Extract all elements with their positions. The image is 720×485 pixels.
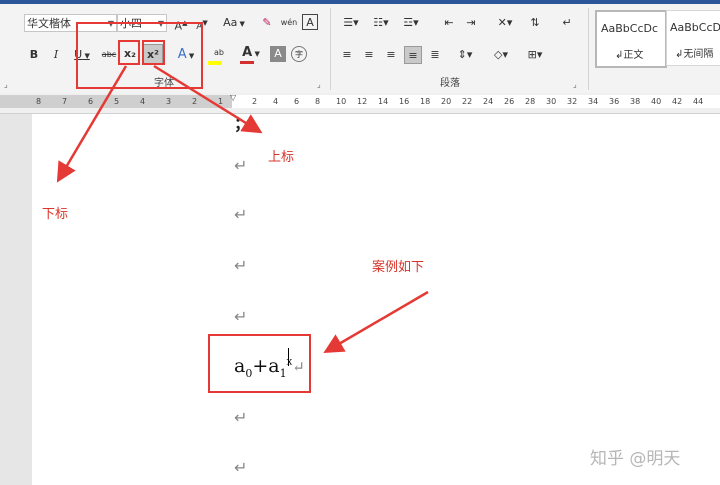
- annotation-arrows: [56, 64, 429, 354]
- superscript-arrow: [153, 64, 263, 134]
- superscript-callout: 上标: [268, 150, 295, 165]
- watermark: 知乎 @明天: [590, 449, 681, 469]
- example-arrow: [323, 290, 429, 354]
- example-callout: 案例如下: [372, 260, 425, 275]
- subscript-arrow: [56, 65, 128, 183]
- subscript-callout: 下标: [42, 207, 69, 222]
